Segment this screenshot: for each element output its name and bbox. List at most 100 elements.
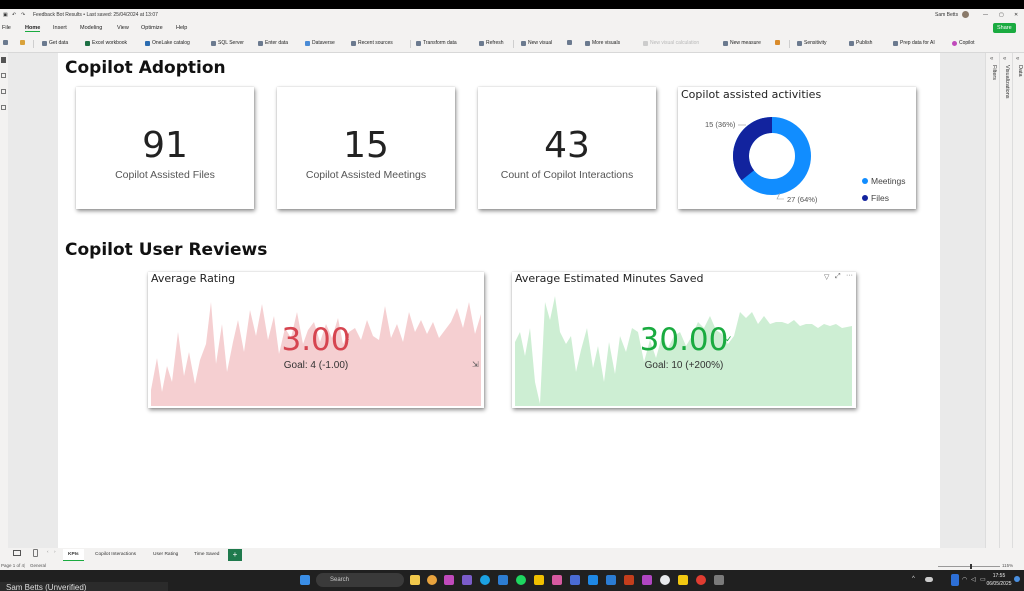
sql-server-button[interactable]: SQL Server [211,40,244,46]
collapse-data-icon[interactable]: « [1016,56,1019,62]
format-painter-icon[interactable] [20,40,25,45]
new-visual-calculation-button[interactable]: New visual calculation [643,40,699,46]
notifications-icon[interactable] [1014,576,1020,582]
clock-time[interactable]: 17:55 [988,573,1010,579]
dataverse-button[interactable]: Dataverse [305,40,335,46]
sensitivity-label[interactable]: General [30,563,46,568]
prev-page-icon[interactable]: ‹ [47,550,49,555]
zoom-slider[interactable] [938,566,1000,567]
collapse-filters-icon[interactable]: « [990,56,993,62]
publish-button[interactable]: Publish [849,40,872,46]
wifi-icon[interactable]: ◠ [962,576,967,583]
new-visual-button[interactable]: New visual [521,40,552,46]
battery-icon[interactable]: ▭ [980,576,986,583]
recent-sources-button[interactable]: Recent sources [351,40,393,46]
sensitivity-button[interactable]: Sensitivity [797,40,827,46]
paste-icon[interactable] [3,40,8,45]
menu-help[interactable]: Help [176,25,187,31]
spotify-icon[interactable] [516,575,526,585]
table-view-icon[interactable] [1,73,6,78]
average-minutes-saved-card[interactable]: Average Estimated Minutes Saved ▽ ⤢ ··· … [512,272,856,408]
kpi-card-interactions[interactable]: 43 Count of Copilot Interactions [478,87,656,209]
model-view-icon[interactable] [1,89,6,94]
kpi-card-files[interactable]: 91 Copilot Assisted Files [76,87,254,209]
word-icon[interactable] [606,575,616,585]
close-icon[interactable]: ✕ [1014,12,1018,18]
zoom-level[interactable]: 115% [1002,563,1013,568]
donut-chart-card[interactable]: Copilot assisted activities 15 (36%) 27 … [678,87,916,209]
file-explorer-icon[interactable] [410,575,420,585]
data-pane-label[interactable]: Data [1017,65,1023,77]
visualizations-pane-label[interactable]: Visualizations [1004,65,1010,99]
edge-icon[interactable] [480,575,490,585]
start-button-icon[interactable] [300,575,310,585]
share-button[interactable]: Share [993,23,1016,33]
get-data-button[interactable]: Get data [42,40,68,46]
avatar[interactable] [962,11,969,18]
donut-slice-files[interactable] [733,117,773,181]
save-icon[interactable]: ▣ [3,12,8,18]
vscode-icon[interactable] [498,575,508,585]
desktop-layout-icon[interactable] [13,550,21,556]
paint-icon[interactable] [552,575,562,585]
app-icon[interactable] [714,575,724,585]
maximize-icon[interactable]: ▢ [999,12,1004,18]
redo-icon[interactable]: ↷ [21,12,25,18]
tab-time-saved[interactable]: Time Saved [189,549,224,561]
more-visuals-button[interactable]: More visuals [585,40,620,46]
tab-kpis[interactable]: KPIs [63,549,84,561]
menu-view[interactable]: View [117,25,129,31]
chrome-icon[interactable] [427,575,437,585]
menu-modeling[interactable]: Modeling [80,25,102,31]
refresh-button[interactable]: Refresh [479,40,504,46]
add-page-button[interactable]: + [228,549,242,561]
bluetooth-icon[interactable] [951,574,959,586]
recording-app-icon[interactable] [696,575,706,585]
powerpoint-icon[interactable] [624,575,634,585]
cloud-icon[interactable] [925,577,933,582]
text-box-icon[interactable] [567,40,572,45]
taskbar-search[interactable]: Search [316,573,404,587]
minimize-icon[interactable]: — [983,12,988,18]
section-title-adoption: Copilot Adoption [65,58,226,78]
menu-insert[interactable]: Insert [53,25,67,31]
sticky-notes-icon[interactable] [534,575,544,585]
quick-measure-icon[interactable] [775,40,780,45]
report-view-icon[interactable] [1,57,6,63]
copilot-app-icon[interactable] [444,575,454,585]
next-page-icon[interactable]: › [54,550,56,555]
new-measure-button[interactable]: New measure [723,40,761,46]
enter-data-button[interactable]: Enter data [258,40,288,46]
excel-workbook-button[interactable]: Excel workbook [85,40,127,46]
chrome-profile-icon[interactable] [660,575,670,585]
undo-icon[interactable]: ↶ [12,12,16,18]
menu-home[interactable]: Home [25,25,41,32]
prep-data-for-ai-button[interactable]: Prep data for AI [893,40,935,46]
legend-label-meetings[interactable]: Meetings [871,176,906,186]
volume-icon[interactable]: ◁ [971,576,976,583]
clock-date[interactable]: 06/05/2025 [986,581,1012,587]
menu-file[interactable]: File [2,25,11,31]
outlook-icon[interactable] [588,575,598,585]
onelake-catalog-button[interactable]: OneLake catalog [145,40,190,46]
user-window-tab[interactable]: Sam Betts (Unverified) [0,582,168,591]
average-rating-card[interactable]: Average Rating 3.00 ! Goal: 4 (-1.00) ⇲ [148,272,484,408]
collapse-visualizations-icon[interactable]: « [1003,56,1006,62]
more-visuals-label: More visuals [592,40,621,46]
onenote-icon[interactable] [642,575,652,585]
tab-copilot-interactions[interactable]: Copilot Interactions [90,549,141,561]
legend-label-files[interactable]: Files [871,193,889,203]
filters-pane-label[interactable]: Filters [991,65,997,80]
zoom-slider-thumb[interactable] [970,564,972,569]
tray-chevron-icon[interactable]: ^ [912,576,915,582]
visual-studio-icon[interactable] [462,575,472,585]
menu-optimize[interactable]: Optimize [141,25,163,31]
power-bi-icon[interactable] [678,575,688,585]
tab-user-rating[interactable]: User Rating [148,549,183,561]
teams-icon[interactable] [570,575,580,585]
kpi-card-meetings[interactable]: 15 Copilot Assisted Meetings [277,87,455,209]
copilot-button[interactable]: Copilot [952,40,975,46]
transform-data-button[interactable]: Transform data [416,40,457,46]
dax-view-icon[interactable] [1,105,6,110]
mobile-layout-icon[interactable] [33,549,38,557]
